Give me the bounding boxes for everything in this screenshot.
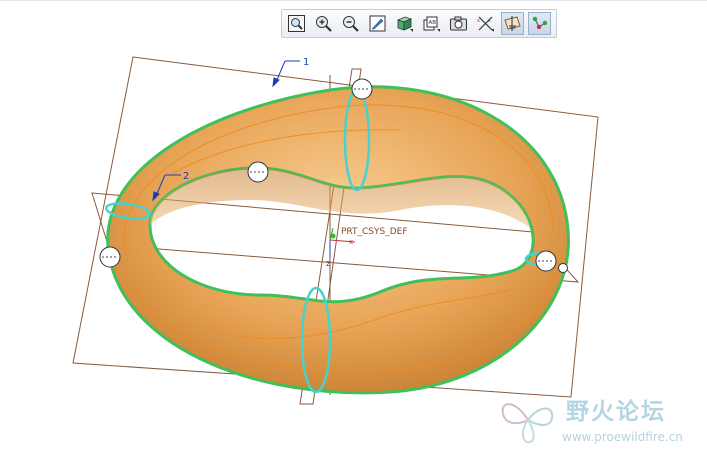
note-leader-1[interactable]: [272, 60, 300, 88]
zoom-out-button[interactable]: [339, 12, 362, 35]
watermark-title: 野火论坛: [566, 399, 666, 425]
svg-text:x: x: [488, 18, 491, 24]
refit-button[interactable]: [285, 12, 308, 35]
svg-text:AB: AB: [429, 20, 437, 26]
shading-cube-icon: [396, 16, 413, 32]
z-axis-label: Z: [326, 260, 331, 268]
note-label-1[interactable]: 1: [303, 57, 309, 68]
saved-views-button[interactable]: AB: [420, 12, 443, 35]
plane-display-icon: [504, 16, 521, 31]
butterfly-logo-icon: [501, 403, 554, 444]
point-display-icon: [532, 16, 548, 30]
saved-views-icon: AB: [423, 16, 440, 32]
point-display-button[interactable]: [528, 12, 551, 35]
zoom-in-icon: [316, 16, 332, 32]
csys-label[interactable]: PRT_CSYS_DEF: [341, 227, 408, 237]
repaint-icon: [369, 15, 386, 32]
view-toolbar: AB x x: [281, 9, 557, 38]
watermark-url: www.proewildfire.cn: [562, 430, 683, 444]
view-manager-button[interactable]: [447, 12, 470, 35]
camera-icon: [450, 16, 467, 31]
repaint-button[interactable]: [366, 12, 389, 35]
datum-display-icon: x x: [477, 16, 494, 32]
torus-surface[interactable]: [106, 85, 570, 395]
plane-display-button[interactable]: [501, 12, 524, 35]
datum-display-button[interactable]: x x: [474, 12, 497, 35]
forum-watermark: 野火论坛 www.proewildfire.cn: [498, 388, 703, 450]
zoom-out-icon: [343, 16, 359, 32]
zoom-in-button[interactable]: [312, 12, 335, 35]
shading-button[interactable]: [393, 12, 416, 35]
graphics-window[interactable]: 1 2 x PRT_CSYS_DEF Z AB x x 野火论坛 www.pro…: [0, 0, 707, 457]
note-label-2[interactable]: 2: [183, 171, 189, 182]
svg-text:x: x: [349, 238, 353, 246]
zoom-fit-icon: [288, 15, 305, 32]
svg-text:x: x: [477, 18, 480, 24]
